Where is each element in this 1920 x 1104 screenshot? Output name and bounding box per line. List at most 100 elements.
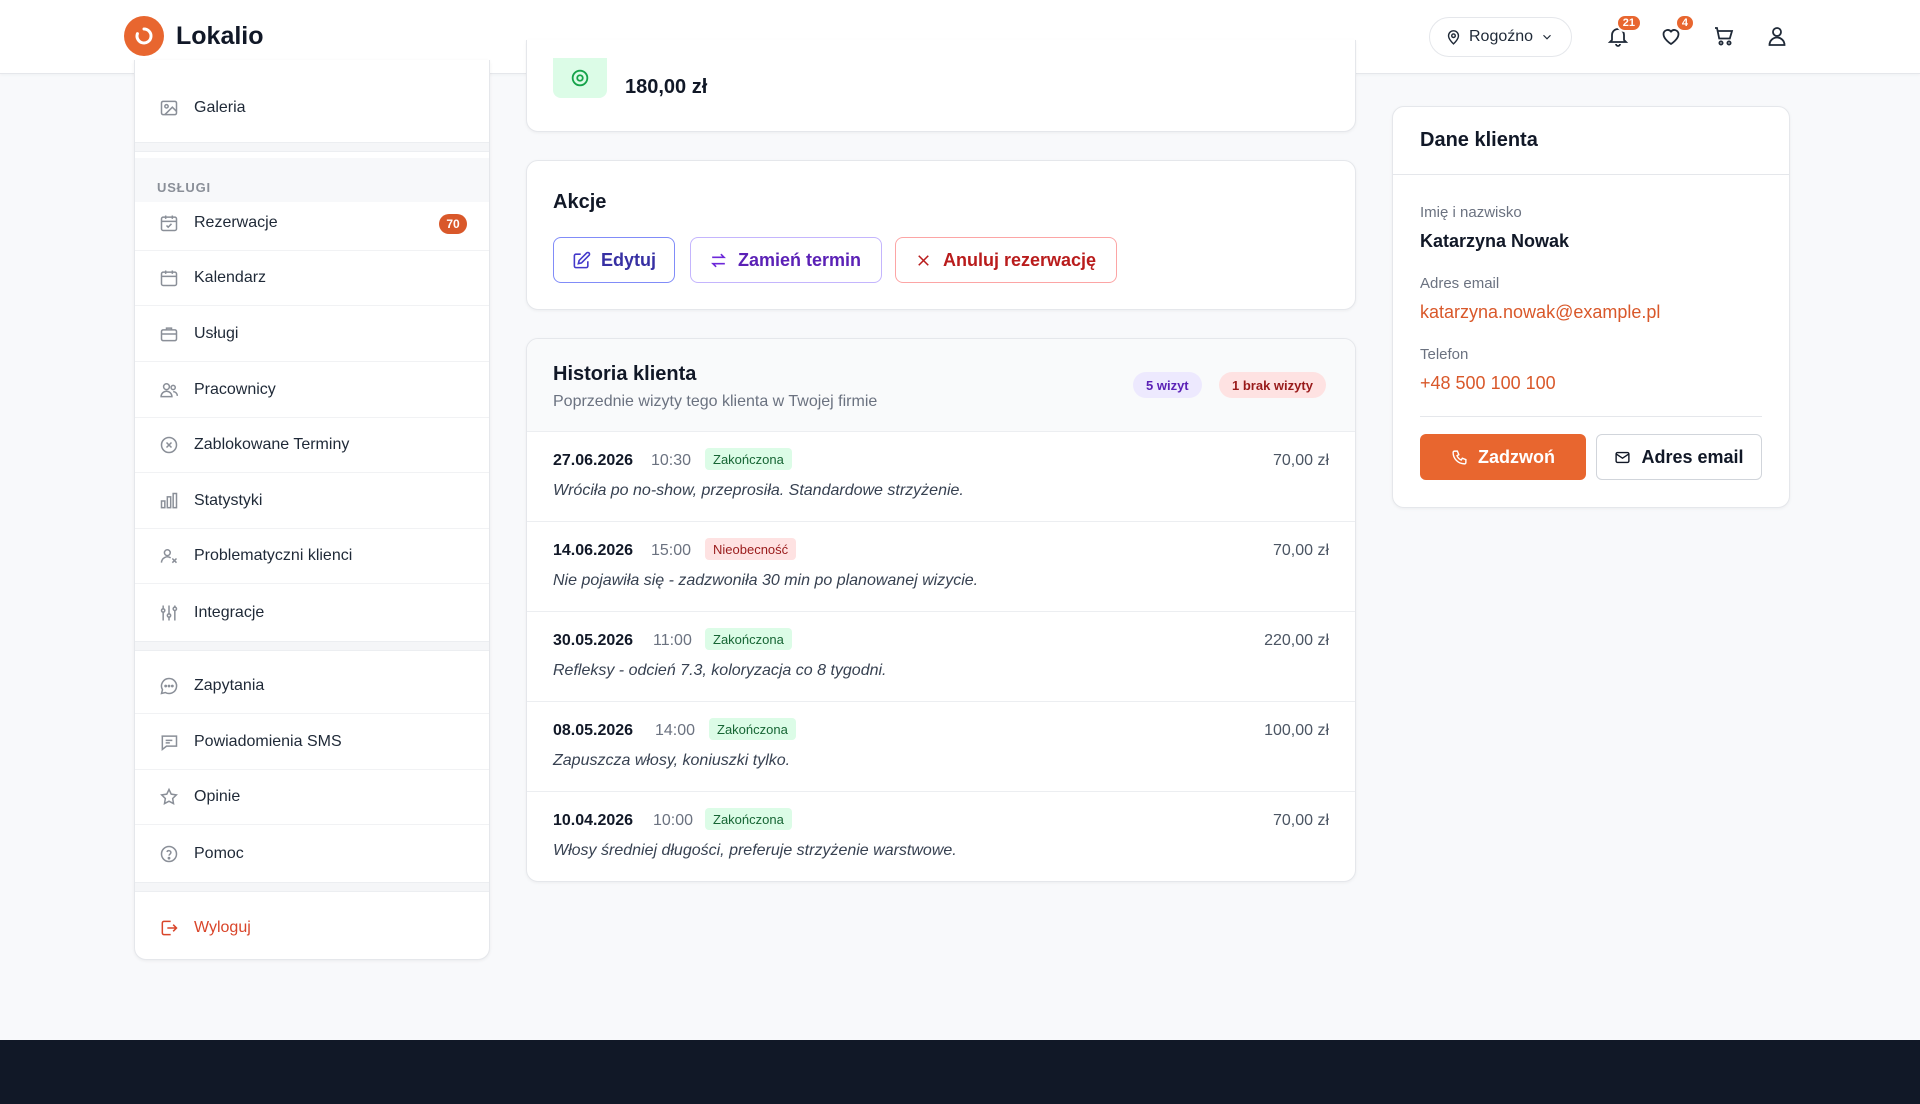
reschedule-label: Zamień termin xyxy=(738,249,862,270)
mail-icon xyxy=(1614,449,1631,466)
sidebar-item-label: Statystyki xyxy=(194,492,263,509)
client-divider xyxy=(1420,416,1762,417)
favorites-button[interactable]: 4 xyxy=(1657,14,1695,50)
sidebar: Galeria USŁUGI Rezerwacje 70 Kalendarz U… xyxy=(134,60,490,960)
chat-icon xyxy=(159,676,179,696)
visit-price: 70,00 zł xyxy=(1272,812,1329,829)
visit-time: 15:00 xyxy=(651,542,692,559)
notifications-button[interactable]: 21 xyxy=(1604,14,1642,50)
client-history-card: Historia klienta Poprzednie wizyty tego … xyxy=(526,338,1356,882)
sidebar-item-label: Usługi xyxy=(194,325,239,342)
status-badge: Zakończona xyxy=(705,448,792,470)
image-icon xyxy=(159,98,179,118)
sidebar-item-label: Integracje xyxy=(194,603,265,621)
sidebar-item-pomoc[interactable]: Pomoc xyxy=(135,826,489,881)
visit-date: 30.05.2026 xyxy=(553,632,634,649)
sliders-icon xyxy=(159,603,179,623)
sidebar-item-galeria[interactable]: Galeria xyxy=(135,80,489,135)
sidebar-item-label: Powiadomienia SMS xyxy=(194,733,342,750)
logo-icon xyxy=(124,16,164,56)
cancel-reservation-button[interactable]: Anuluj rezerwację xyxy=(895,237,1117,283)
chevron-down-icon xyxy=(1540,30,1554,44)
cancel-label: Anuluj rezerwację xyxy=(943,249,1097,270)
history-row[interactable]: 30.05.2026 11:00 Zakończona 220,00 zł Re… xyxy=(527,611,1355,701)
visit-time: 10:30 xyxy=(651,452,692,469)
history-row[interactable]: 14.06.2026 15:00 Nieobecność 70,00 zł Ni… xyxy=(527,521,1355,611)
visit-time: 14:00 xyxy=(655,722,696,739)
client-phone-link[interactable]: +48 500 100 100 xyxy=(1420,373,1556,394)
client-card-title: Dane klienta xyxy=(1420,129,1538,151)
sidebar-item-rezerwacje[interactable]: Rezerwacje 70 xyxy=(135,196,489,251)
sidebar-item-label: Zapytania xyxy=(194,677,265,694)
reschedule-button[interactable]: Zamień termin xyxy=(690,237,882,283)
location-selector[interactable]: Rogoźno xyxy=(1429,17,1572,57)
visit-note: Zapuszcza włosy, koniuszki tylko. xyxy=(553,752,791,769)
edit-button[interactable]: Edytuj xyxy=(553,237,675,283)
sidebar-item-integracje[interactable]: Integracje xyxy=(135,585,489,640)
visit-price: 100,00 zł xyxy=(1264,722,1329,739)
visit-price: 70,00 zł xyxy=(1272,452,1329,469)
sidebar-divider xyxy=(135,641,489,651)
reservation-price: 180,00 zł xyxy=(625,76,708,98)
history-header: Historia klienta Poprzednie wizyty tego … xyxy=(527,339,1355,431)
sidebar-item-kalendarz[interactable]: Kalendarz xyxy=(135,251,489,306)
footer xyxy=(0,1040,1920,1104)
sidebar-item-label: Galeria xyxy=(194,98,246,116)
call-button[interactable]: Zadzwoń xyxy=(1420,434,1586,480)
user-icon xyxy=(1765,24,1789,48)
history-title: Historia klienta xyxy=(553,363,697,385)
visit-date: 27.06.2026 xyxy=(553,452,634,469)
noshow-count-badge: 1 brak wizyty xyxy=(1219,372,1326,398)
briefcase-icon xyxy=(159,324,179,344)
visit-date: 08.05.2026 xyxy=(553,722,634,739)
client-email-link[interactable]: katarzyna.nowak@example.pl xyxy=(1420,302,1660,323)
visit-note: Nie pojawiła się - zadzwoniła 30 min po … xyxy=(553,572,979,589)
sidebar-item-problematyczni-klienci[interactable]: Problematyczni klienci xyxy=(135,529,489,584)
visit-date: 10.04.2026 xyxy=(553,812,634,829)
calendar-icon xyxy=(159,268,179,288)
visit-time: 10:00 xyxy=(653,812,694,829)
client-name: Katarzyna Nowak xyxy=(1420,231,1570,251)
users-icon xyxy=(159,380,179,400)
sidebar-item-powiadomienia-sms[interactable]: Powiadomienia SMS xyxy=(135,715,489,770)
visit-price: 220,00 zł xyxy=(1264,632,1329,649)
sidebar-item-statystyki[interactable]: Statystyki xyxy=(135,474,489,529)
sidebar-item-label: Opinie xyxy=(194,788,241,805)
account-button[interactable] xyxy=(1763,22,1791,50)
edit-icon xyxy=(572,251,591,270)
sidebar-divider xyxy=(135,882,489,892)
sidebar-item-zapytania[interactable]: Zapytania xyxy=(135,659,489,714)
actions-card: Akcje Edytuj Zamień termin Anuluj rezerw… xyxy=(526,160,1356,310)
history-subtitle: Poprzednie wizyty tego klienta w Twojej … xyxy=(553,393,878,410)
cart-button[interactable] xyxy=(1710,22,1738,50)
price-card: 180,00 zł xyxy=(526,40,1356,132)
logout-button[interactable]: Wyloguj xyxy=(135,900,489,955)
sms-icon xyxy=(159,732,179,752)
price-icon-box xyxy=(553,58,607,98)
history-row[interactable]: 08.05.2026 14:00 Zakończona 100,00 zł Za… xyxy=(527,701,1355,791)
actions-title: Akcje xyxy=(553,191,607,213)
email-label: Adres email xyxy=(1420,275,1500,292)
status-badge: Nieobecność xyxy=(705,538,797,560)
visit-time: 11:00 xyxy=(653,632,692,649)
brand-logo[interactable]: Lokalio xyxy=(124,16,264,56)
sidebar-item-zablokowane-terminy[interactable]: Zablokowane Terminy xyxy=(135,418,489,473)
status-badge: Zakończona xyxy=(709,718,796,740)
visits-count-badge: 5 wizyt xyxy=(1133,372,1202,398)
history-row[interactable]: 27.06.2026 10:30 Zakończona 70,00 zł Wró… xyxy=(527,431,1355,521)
phone-icon xyxy=(1451,449,1468,466)
visit-date: 14.06.2026 xyxy=(553,542,634,559)
sidebar-item-label: Problematyczni klienci xyxy=(194,547,353,564)
map-pin-icon xyxy=(1445,29,1462,46)
sidebar-item-opinie[interactable]: Opinie xyxy=(135,770,489,825)
client-card-header: Dane klienta xyxy=(1393,107,1789,175)
swap-icon xyxy=(709,251,728,270)
email-button[interactable]: Adres email xyxy=(1596,434,1762,480)
call-label: Zadzwoń xyxy=(1478,446,1555,467)
history-row[interactable]: 10.04.2026 10:00 Zakończona 70,00 zł Wło… xyxy=(527,791,1355,881)
sidebar-item-pracownicy[interactable]: Pracownicy xyxy=(135,363,489,418)
sidebar-item-uslugi[interactable]: Usługi xyxy=(135,307,489,362)
sidebar-item-label: Rezerwacje xyxy=(194,214,278,231)
star-icon xyxy=(159,787,179,807)
help-icon xyxy=(159,844,179,864)
